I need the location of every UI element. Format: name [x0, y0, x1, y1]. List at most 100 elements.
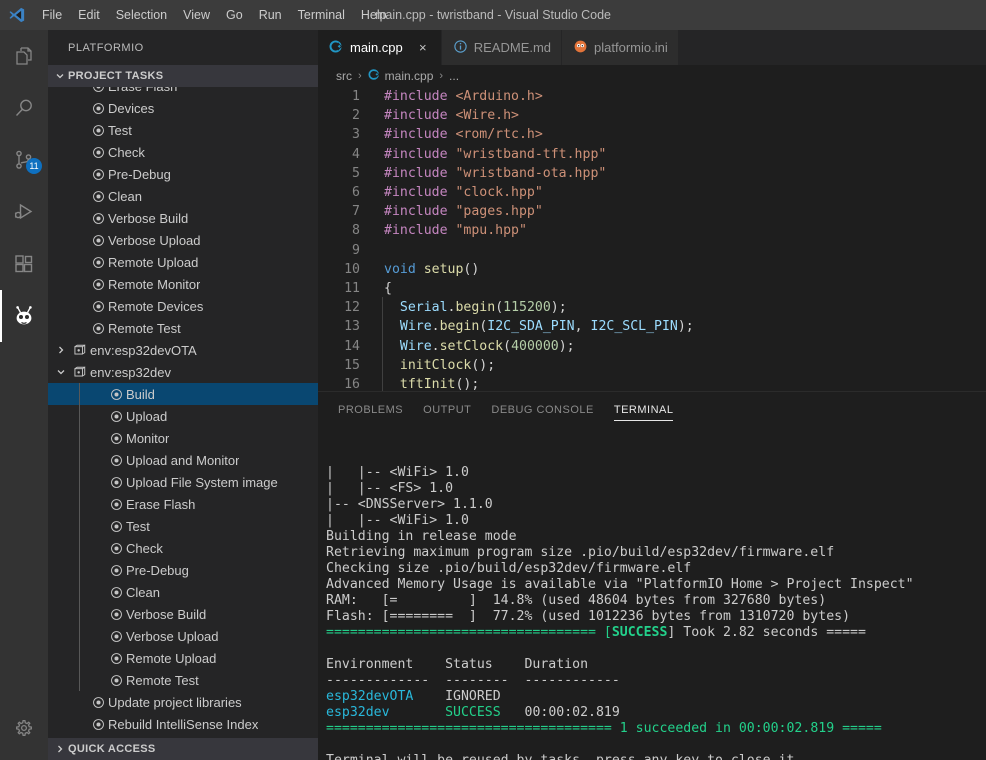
code-token: {	[384, 280, 392, 296]
tree-item-remote-devices[interactable]: Remote Devices	[48, 295, 318, 317]
tree-item-test[interactable]: Test	[48, 119, 318, 141]
menu-item-edit[interactable]: Edit	[70, 3, 108, 27]
line-content[interactable]: #include <rom/rtc.h>	[382, 127, 543, 142]
tab-platformio-ini[interactable]: platformio.ini	[562, 30, 679, 65]
line-content[interactable]: #include "wristband-ota.hpp"	[382, 166, 606, 181]
activity-item-search[interactable]	[0, 82, 48, 134]
tree-item-env-esp32dev[interactable]: env:esp32dev	[48, 361, 318, 383]
code-token: Serial	[399, 300, 448, 316]
menu-item-selection[interactable]: Selection	[108, 3, 175, 27]
chevron-right-icon[interactable]	[52, 345, 70, 355]
terminal-text: RAM: [= ] 14.8% (used 48604 bytes from 3…	[326, 593, 827, 608]
tree-item-monitor[interactable]: Monitor	[48, 427, 318, 449]
menu-item-file[interactable]: File	[34, 3, 70, 27]
line-number: 16	[344, 376, 360, 391]
terminal-output[interactable]: | |-- <WiFi> 1.0 | |-- <FS> 1.0 |-- <DNSSe…	[318, 427, 986, 760]
tab-main-cpp[interactable]: main.cpp ×	[318, 30, 442, 65]
tree-item-build[interactable]: Build	[48, 383, 318, 405]
activity-item-source-control[interactable]: 11	[0, 134, 48, 186]
tree-item-remote-upload[interactable]: Remote Upload	[48, 251, 318, 273]
line-content[interactable]: #include <Arduino.h>	[382, 89, 543, 104]
tree-item-clean[interactable]: Clean	[48, 581, 318, 603]
breadcrumb-item-symbol[interactable]: ...	[449, 69, 459, 83]
tree-indent-guide	[79, 515, 80, 537]
line-content[interactable]: #include "clock.hpp"	[382, 185, 543, 200]
line-content[interactable]: tftInit();	[382, 373, 479, 391]
tree-item-test[interactable]: Test	[48, 515, 318, 537]
tree-item-verbose-upload[interactable]: Verbose Upload	[48, 229, 318, 251]
breadcrumb-item-src[interactable]: src	[336, 69, 352, 83]
chevron-down-icon[interactable]	[52, 367, 70, 377]
tree-item-erase-flash[interactable]: Erase Flash	[48, 493, 318, 515]
tree-indent-guide	[79, 669, 80, 691]
project-tasks-tree[interactable]: Erase Flash Devices Test Check Pre-Debug…	[48, 87, 318, 738]
tree-item-label: Erase Flash	[108, 87, 177, 94]
code-token: "mpu.hpp"	[455, 223, 527, 239]
tab-debug-console[interactable]: DEBUG CONSOLE	[491, 392, 593, 427]
tree-item-clean[interactable]: Clean	[48, 185, 318, 207]
tree-indent-guide	[79, 471, 80, 493]
tree-item-check[interactable]: Check	[48, 141, 318, 163]
tab-close-icon[interactable]: ×	[415, 40, 431, 56]
code-token: I2C_SDA_PIN	[487, 319, 575, 335]
platformio-ant-icon	[573, 39, 588, 57]
breadcrumb-item-main-cpp[interactable]: main.cpp	[368, 68, 433, 84]
menu-item-view[interactable]: View	[175, 3, 218, 27]
line-number: 14	[344, 338, 360, 354]
manage-gear-icon	[16, 720, 32, 736]
tree-item-upload[interactable]: Upload	[48, 405, 318, 427]
tree-item-pre-debug[interactable]: Pre-Debug	[48, 559, 318, 581]
menu-item-go[interactable]: Go	[218, 3, 251, 27]
code-editor[interactable]: 1 #include <Arduino.h> 2 #include <Wire.h> 3…	[318, 87, 986, 391]
line-content[interactable]: Serial.begin(115200);	[382, 297, 567, 319]
sidebar: PLATFORMIO PROJECT TASKS Erase Flash Dev…	[48, 30, 318, 760]
tree-item-upload-file-system-image[interactable]: Upload File System image	[48, 471, 318, 493]
line-content[interactable]: {	[382, 281, 392, 296]
menu-item-terminal[interactable]: Terminal	[290, 3, 353, 27]
tree-item-check[interactable]: Check	[48, 537, 318, 559]
tree-item-verbose-upload[interactable]: Verbose Upload	[48, 625, 318, 647]
tree-item-verbose-build[interactable]: Verbose Build	[48, 207, 318, 229]
tree-item-rebuild-intellisense-index[interactable]: Rebuild IntelliSense Index	[48, 713, 318, 735]
workbench-body: 11 PLATFORMIO PROJECT TASKS Devices Test…	[0, 30, 986, 760]
line-content[interactable]: #include "wristband-tft.hpp"	[382, 147, 606, 162]
line-content[interactable]: void setup()	[382, 262, 479, 277]
tab-problems[interactable]: PROBLEMS	[338, 392, 403, 427]
tree-item-devices[interactable]: Devices	[48, 97, 318, 119]
tree-item-upload-and-monitor[interactable]: Upload and Monitor	[48, 449, 318, 471]
tab-output[interactable]: OUTPUT	[423, 392, 471, 427]
activity-item-explorer[interactable]	[0, 30, 48, 82]
tree-item-update-project-libraries[interactable]: Update project libraries	[48, 691, 318, 713]
activity-item-platformio[interactable]	[0, 290, 48, 342]
line-content[interactable]: Wire.begin(I2C_SDA_PIN, I2C_SCL_PIN);	[382, 316, 694, 338]
code-token: 400000	[511, 338, 559, 354]
menu-item-help[interactable]: Help	[353, 3, 395, 27]
tree-item-remote-monitor[interactable]: Remote Monitor	[48, 273, 318, 295]
tree-item-verbose-build[interactable]: Verbose Build	[48, 603, 318, 625]
section-header-project-tasks[interactable]: PROJECT TASKS	[48, 65, 318, 87]
chevron-down-icon	[52, 71, 68, 81]
code-token: "wristband-tft.hpp"	[455, 146, 607, 162]
tree-indent-guide	[79, 427, 80, 449]
tree-item-erase-flash[interactable]: Erase Flash	[48, 87, 318, 97]
line-content[interactable]: #include "pages.hpp"	[382, 204, 543, 219]
activity-item-run-debug[interactable]	[0, 186, 48, 238]
line-content[interactable]: initClock();	[382, 354, 495, 376]
menu-item-run[interactable]: Run	[251, 3, 290, 27]
terminal-line: Retrieving maximum program size .pio/bui…	[326, 545, 986, 561]
tree-item-remote-test[interactable]: Remote Test	[48, 317, 318, 339]
activity-item-extensions[interactable]	[0, 238, 48, 290]
tree-item-remote-test[interactable]: Remote Test	[48, 669, 318, 691]
activity-item-manage[interactable]	[0, 702, 48, 754]
tree-item-env-esp32devota[interactable]: env:esp32devOTA	[48, 339, 318, 361]
tree-item-pre-debug[interactable]: Pre-Debug	[48, 163, 318, 185]
line-content[interactable]: #include "mpu.hpp"	[382, 223, 527, 238]
tree-item-remote-upload[interactable]: Remote Upload	[48, 647, 318, 669]
tab-readme-md[interactable]: README.md	[441, 30, 563, 65]
line-content[interactable]: Wire.setClock(400000);	[382, 335, 575, 357]
line-content[interactable]: #include <Wire.h>	[382, 108, 519, 123]
editor-tabs: main.cpp × README.md platformio.ini	[318, 30, 986, 65]
tab-terminal[interactable]: TERMINAL	[613, 392, 674, 427]
section-header-quick-access[interactable]: QUICK ACCESS	[48, 738, 318, 760]
